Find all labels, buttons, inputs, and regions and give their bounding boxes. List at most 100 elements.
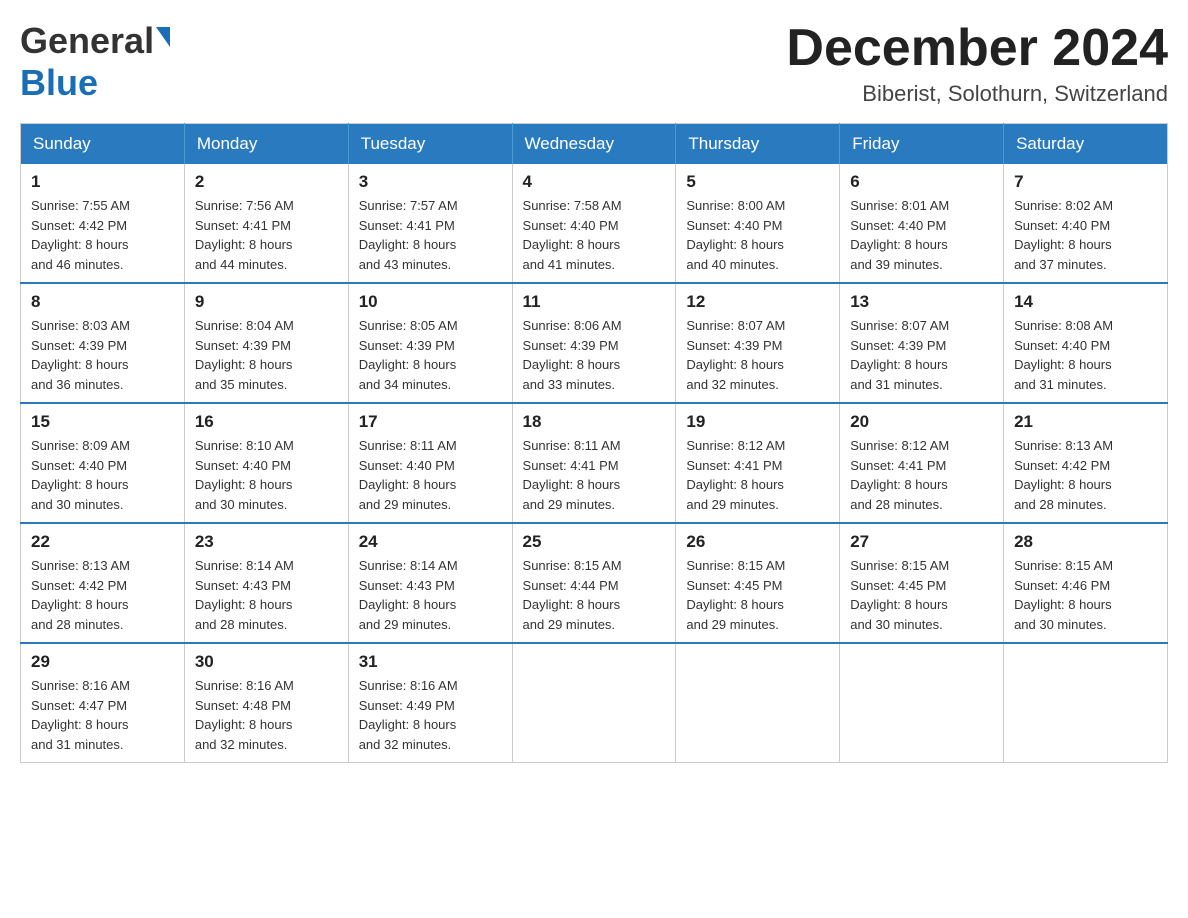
calendar-cell: 22 Sunrise: 8:13 AMSunset: 4:42 PMDayligh… <box>21 523 185 643</box>
day-number: 27 <box>850 532 993 552</box>
calendar-week-row: 8Sunrise: 8:03 AMSunset: 4:39 PMDaylight… <box>21 283 1168 403</box>
calendar-cell: 1Sunrise: 7:55 AMSunset: 4:42 PMDaylight… <box>21 164 185 283</box>
calendar-cell: 6 Sunrise: 8:01 AMSunset: 4:40 PMDaylight… <box>840 164 1004 283</box>
calendar-week-row: 29 Sunrise: 8:16 AMSunset: 4:47 PMDayligh… <box>21 643 1168 763</box>
day-info: Sunrise: 8:02 AMSunset: 4:40 PMDaylight:… <box>1014 196 1157 274</box>
day-info: Sunrise: 7:57 AMSunset: 4:41 PMDaylight:… <box>359 196 502 274</box>
weekday-header-monday: Monday <box>184 124 348 165</box>
calendar-cell: 14 Sunrise: 8:08 AMSunset: 4:40 PMDayligh… <box>1004 283 1168 403</box>
day-info: Sunrise: 8:15 AMSunset: 4:45 PMDaylight:… <box>850 556 993 634</box>
day-info: Sunrise: 8:08 AMSunset: 4:40 PMDaylight:… <box>1014 316 1157 394</box>
calendar-cell: 17 Sunrise: 8:11 AMSunset: 4:40 PMDayligh… <box>348 403 512 523</box>
calendar-cell: 29 Sunrise: 8:16 AMSunset: 4:47 PMDayligh… <box>21 643 185 763</box>
day-info: Sunrise: 8:09 AMSunset: 4:40 PMDaylight:… <box>31 436 174 514</box>
weekday-header-sunday: Sunday <box>21 124 185 165</box>
day-number: 20 <box>850 412 993 432</box>
calendar-cell: 15Sunrise: 8:09 AMSunset: 4:40 PMDayligh… <box>21 403 185 523</box>
weekday-header-saturday: Saturday <box>1004 124 1168 165</box>
day-info: Sunrise: 8:07 AMSunset: 4:39 PMDaylight:… <box>686 316 829 394</box>
day-number: 12 <box>686 292 829 312</box>
calendar-cell <box>1004 643 1168 763</box>
calendar-cell: 2 Sunrise: 7:56 AMSunset: 4:41 PMDaylight… <box>184 164 348 283</box>
day-number: 18 <box>523 412 666 432</box>
day-number: 2 <box>195 172 338 192</box>
calendar-cell: 30Sunrise: 8:16 AMSunset: 4:48 PMDayligh… <box>184 643 348 763</box>
day-number: 11 <box>523 292 666 312</box>
day-info: Sunrise: 8:01 AMSunset: 4:40 PMDaylight:… <box>850 196 993 274</box>
day-number: 29 <box>31 652 174 672</box>
day-number: 19 <box>686 412 829 432</box>
day-info: Sunrise: 8:00 AMSunset: 4:40 PMDaylight:… <box>686 196 829 274</box>
day-info: Sunrise: 8:15 AMSunset: 4:45 PMDaylight:… <box>686 556 829 634</box>
calendar-cell: 5 Sunrise: 8:00 AMSunset: 4:40 PMDaylight… <box>676 164 840 283</box>
calendar-cell: 21Sunrise: 8:13 AMSunset: 4:42 PMDayligh… <box>1004 403 1168 523</box>
calendar-week-row: 15Sunrise: 8:09 AMSunset: 4:40 PMDayligh… <box>21 403 1168 523</box>
weekday-header-tuesday: Tuesday <box>348 124 512 165</box>
day-info: Sunrise: 8:15 AMSunset: 4:44 PMDaylight:… <box>523 556 666 634</box>
day-info: Sunrise: 8:11 AMSunset: 4:40 PMDaylight:… <box>359 436 502 514</box>
calendar-cell: 4 Sunrise: 7:58 AMSunset: 4:40 PMDaylight… <box>512 164 676 283</box>
day-number: 9 <box>195 292 338 312</box>
day-number: 25 <box>523 532 666 552</box>
calendar-cell: 31 Sunrise: 8:16 AMSunset: 4:49 PMDayligh… <box>348 643 512 763</box>
day-number: 26 <box>686 532 829 552</box>
calendar-cell: 13Sunrise: 8:07 AMSunset: 4:39 PMDayligh… <box>840 283 1004 403</box>
day-number: 16 <box>195 412 338 432</box>
calendar-cell: 25 Sunrise: 8:15 AMSunset: 4:44 PMDayligh… <box>512 523 676 643</box>
day-number: 30 <box>195 652 338 672</box>
day-info: Sunrise: 7:58 AMSunset: 4:40 PMDaylight:… <box>523 196 666 274</box>
title-area: December 2024 Biberist, Solothurn, Switz… <box>786 20 1168 107</box>
calendar-cell: 18 Sunrise: 8:11 AMSunset: 4:41 PMDayligh… <box>512 403 676 523</box>
day-info: Sunrise: 8:15 AMSunset: 4:46 PMDaylight:… <box>1014 556 1157 634</box>
location-title: Biberist, Solothurn, Switzerland <box>786 81 1168 107</box>
calendar-cell: 26 Sunrise: 8:15 AMSunset: 4:45 PMDayligh… <box>676 523 840 643</box>
calendar-cell: 3Sunrise: 7:57 AMSunset: 4:41 PMDaylight… <box>348 164 512 283</box>
day-info: Sunrise: 8:16 AMSunset: 4:49 PMDaylight:… <box>359 676 502 754</box>
calendar-cell: 19 Sunrise: 8:12 AMSunset: 4:41 PMDayligh… <box>676 403 840 523</box>
calendar-cell <box>512 643 676 763</box>
day-info: Sunrise: 8:12 AMSunset: 4:41 PMDaylight:… <box>850 436 993 514</box>
day-info: Sunrise: 8:05 AMSunset: 4:39 PMDaylight:… <box>359 316 502 394</box>
day-number: 24 <box>359 532 502 552</box>
calendar-cell: 20 Sunrise: 8:12 AMSunset: 4:41 PMDayligh… <box>840 403 1004 523</box>
day-number: 5 <box>686 172 829 192</box>
day-info: Sunrise: 8:16 AMSunset: 4:47 PMDaylight:… <box>31 676 174 754</box>
calendar-cell: 10 Sunrise: 8:05 AMSunset: 4:39 PMDayligh… <box>348 283 512 403</box>
calendar-cell: 9 Sunrise: 8:04 AMSunset: 4:39 PMDaylight… <box>184 283 348 403</box>
logo-general-text: General <box>20 20 154 62</box>
day-number: 22 <box>31 532 174 552</box>
logo-blue-text: Blue <box>20 62 98 103</box>
weekday-header-friday: Friday <box>840 124 1004 165</box>
day-info: Sunrise: 8:06 AMSunset: 4:39 PMDaylight:… <box>523 316 666 394</box>
calendar-cell: 7 Sunrise: 8:02 AMSunset: 4:40 PMDaylight… <box>1004 164 1168 283</box>
day-number: 14 <box>1014 292 1157 312</box>
day-number: 7 <box>1014 172 1157 192</box>
day-info: Sunrise: 8:04 AMSunset: 4:39 PMDaylight:… <box>195 316 338 394</box>
day-number: 8 <box>31 292 174 312</box>
day-info: Sunrise: 8:11 AMSunset: 4:41 PMDaylight:… <box>523 436 666 514</box>
day-info: Sunrise: 8:12 AMSunset: 4:41 PMDaylight:… <box>686 436 829 514</box>
calendar-cell: 16 Sunrise: 8:10 AMSunset: 4:40 PMDayligh… <box>184 403 348 523</box>
day-number: 4 <box>523 172 666 192</box>
day-info: Sunrise: 7:56 AMSunset: 4:41 PMDaylight:… <box>195 196 338 274</box>
calendar-header-row: SundayMondayTuesdayWednesdayThursdayFrid… <box>21 124 1168 165</box>
page-header: General Blue December 2024 Biberist, Sol… <box>20 20 1168 107</box>
day-number: 31 <box>359 652 502 672</box>
day-number: 10 <box>359 292 502 312</box>
weekday-header-thursday: Thursday <box>676 124 840 165</box>
calendar-cell: 23 Sunrise: 8:14 AMSunset: 4:43 PMDayligh… <box>184 523 348 643</box>
calendar-cell: 11 Sunrise: 8:06 AMSunset: 4:39 PMDayligh… <box>512 283 676 403</box>
day-info: Sunrise: 8:14 AMSunset: 4:43 PMDaylight:… <box>195 556 338 634</box>
day-number: 6 <box>850 172 993 192</box>
day-number: 17 <box>359 412 502 432</box>
day-info: Sunrise: 8:10 AMSunset: 4:40 PMDaylight:… <box>195 436 338 514</box>
month-title: December 2024 <box>786 20 1168 77</box>
day-number: 23 <box>195 532 338 552</box>
day-info: Sunrise: 7:55 AMSunset: 4:42 PMDaylight:… <box>31 196 174 274</box>
day-number: 21 <box>1014 412 1157 432</box>
calendar-cell <box>676 643 840 763</box>
day-info: Sunrise: 8:13 AMSunset: 4:42 PMDaylight:… <box>31 556 174 634</box>
day-number: 28 <box>1014 532 1157 552</box>
calendar-table: SundayMondayTuesdayWednesdayThursdayFrid… <box>20 123 1168 763</box>
calendar-cell: 27 Sunrise: 8:15 AMSunset: 4:45 PMDayligh… <box>840 523 1004 643</box>
